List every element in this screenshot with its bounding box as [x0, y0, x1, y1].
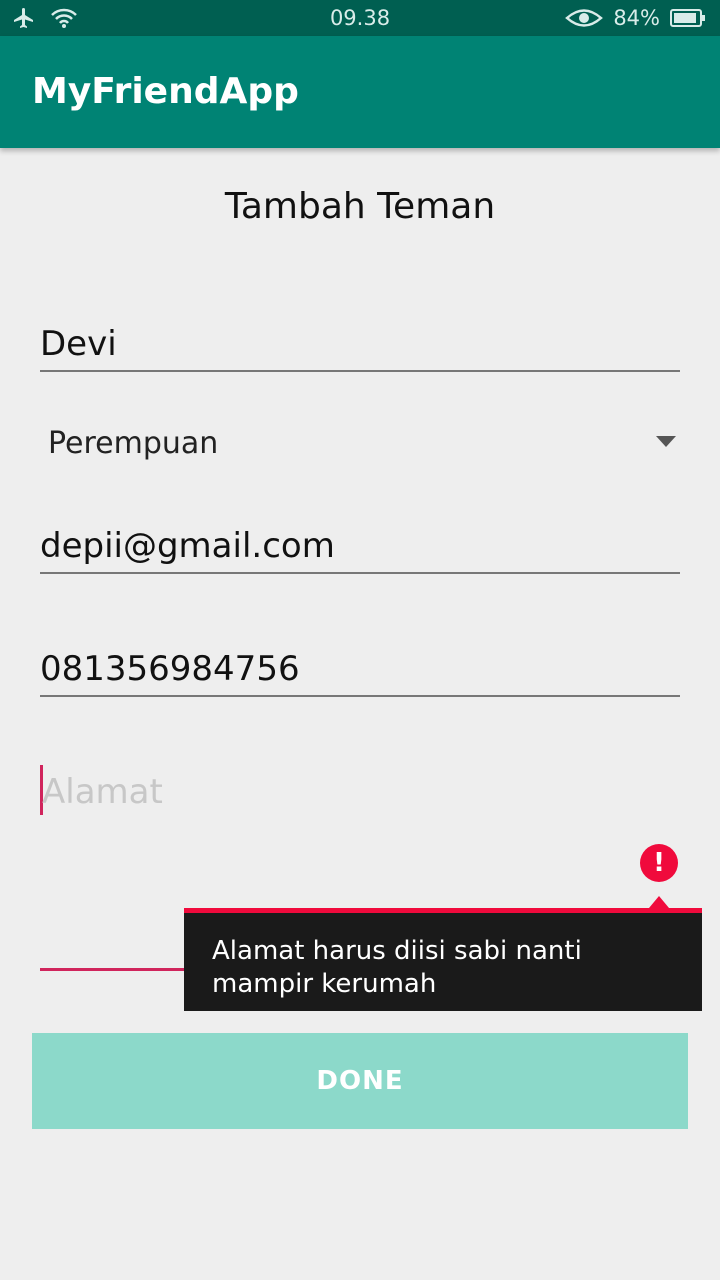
error-popup: Alamat harus diisi sabi nanti mampir ker…: [184, 908, 702, 1011]
phone-field-value: 081356984756: [40, 649, 300, 689]
address-placeholder: Alamat: [42, 772, 163, 812]
name-field[interactable]: Devi: [40, 300, 680, 372]
done-button[interactable]: DONE: [32, 1033, 688, 1129]
error-icon[interactable]: !: [640, 844, 678, 882]
app-title: MyFriendApp: [32, 71, 299, 112]
battery-percent: 84%: [613, 6, 660, 30]
gender-spinner-value: Perempuan: [48, 426, 219, 461]
app-bar: MyFriendApp: [0, 36, 720, 148]
phone-field[interactable]: 081356984756: [40, 625, 680, 697]
error-message: Alamat harus diisi sabi nanti mampir ker…: [212, 936, 582, 999]
dropdown-arrow-icon: [656, 436, 676, 447]
eye-icon: [565, 7, 604, 29]
page-title: Tambah Teman: [224, 186, 496, 227]
gender-spinner[interactable]: Perempuan: [40, 420, 680, 470]
status-bar: 09.38 84%: [0, 0, 720, 36]
email-field[interactable]: depii@gmail.com: [40, 502, 680, 574]
battery-icon: [670, 8, 706, 28]
status-right: 84%: [565, 6, 706, 30]
error-popup-caret: [649, 896, 669, 908]
email-field-value: depii@gmail.com: [40, 526, 335, 566]
name-field-value: Devi: [40, 324, 117, 364]
